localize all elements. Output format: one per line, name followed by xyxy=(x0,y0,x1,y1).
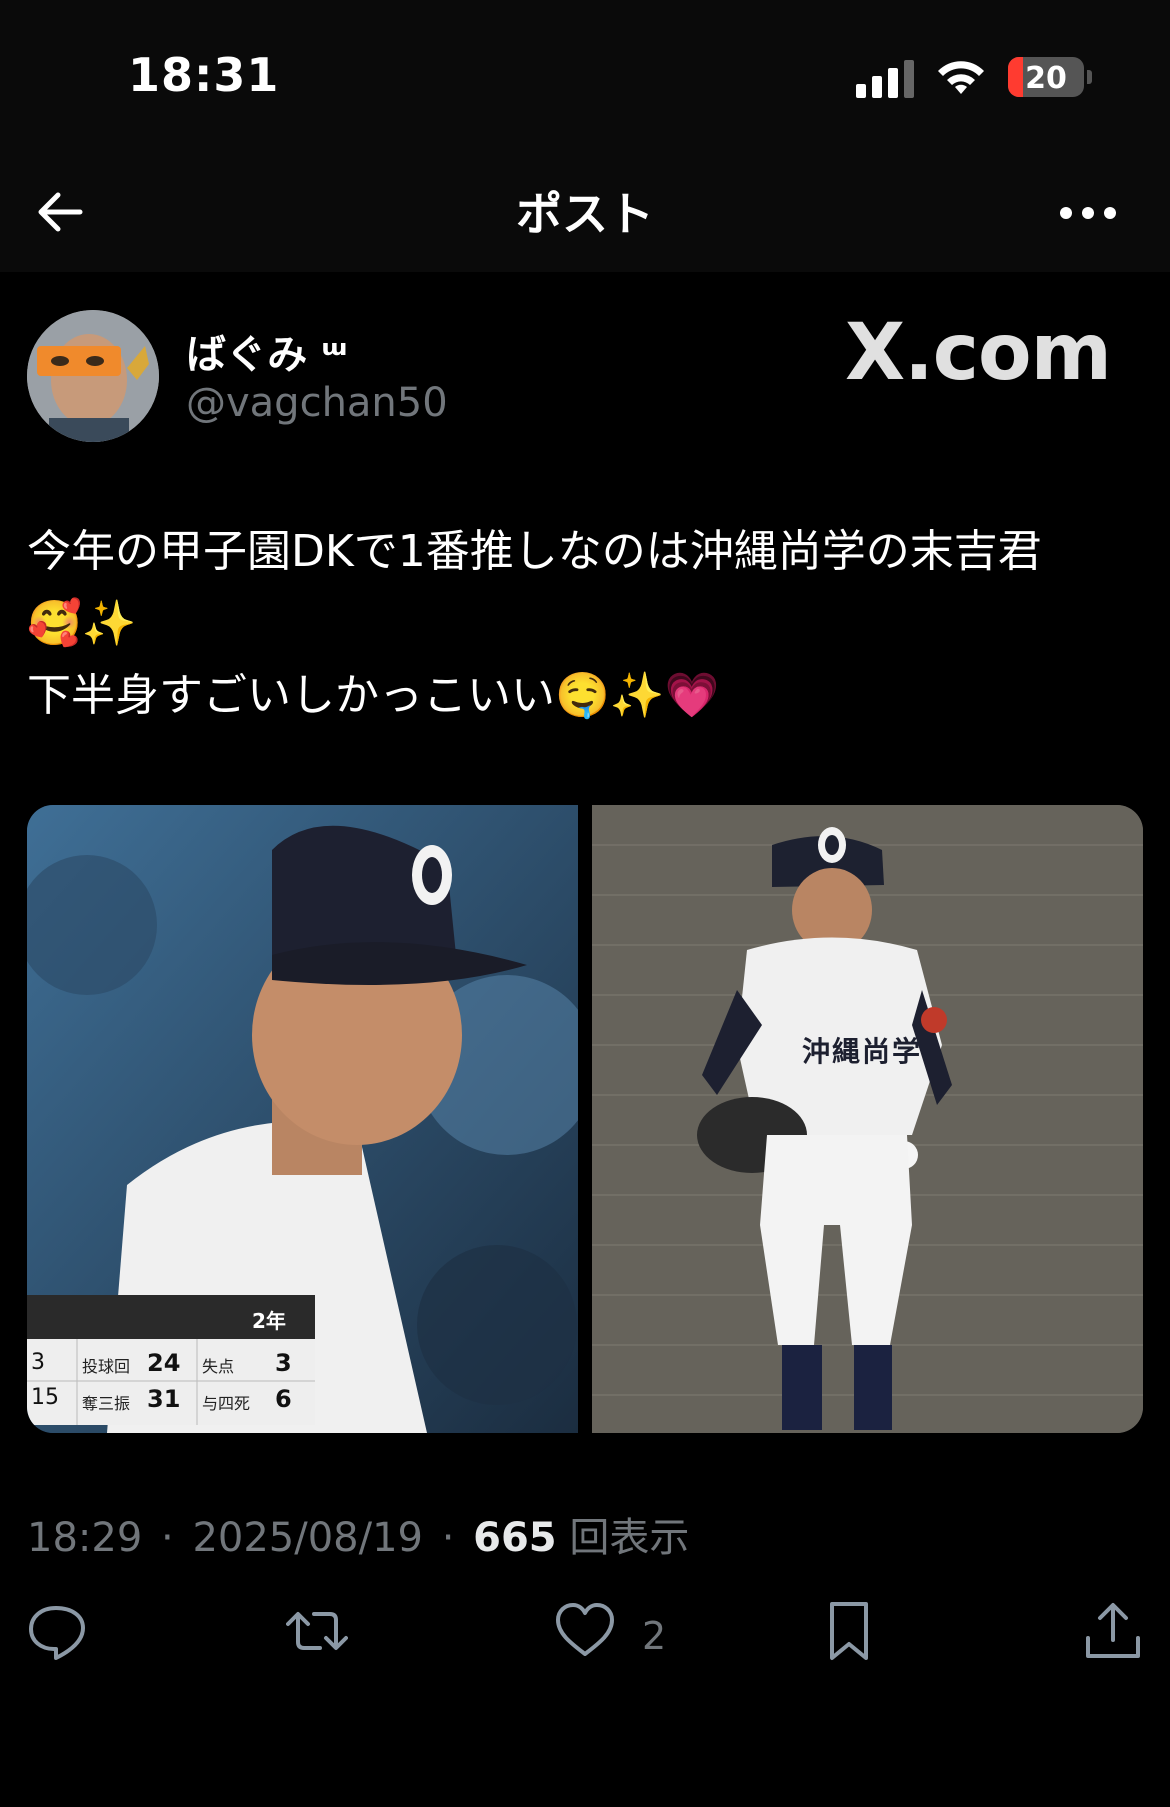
like-count: 2 xyxy=(642,1614,667,1658)
battery-icon: 20 xyxy=(1008,57,1084,97)
wifi-icon xyxy=(938,61,984,94)
stats-value: 6 xyxy=(275,1385,292,1413)
stats-value: 24 xyxy=(147,1349,181,1377)
repost-button[interactable] xyxy=(286,1600,348,1664)
meta-separator: · xyxy=(161,1515,174,1561)
bookmark-button[interactable] xyxy=(818,1600,880,1664)
meta-separator: · xyxy=(441,1515,455,1561)
status-bar: 18:31 20 xyxy=(0,0,1170,150)
views-count[interactable]: 665 xyxy=(473,1515,557,1561)
photo-pitcher-closeup[interactable]: 2年 3 15 投球回 奪三振 失点 与四死 24 31 3 6 xyxy=(27,805,597,1433)
x-com-watermark: X.com xyxy=(845,308,1112,398)
status-time: 18:31 xyxy=(128,48,280,102)
tweet-time: 18:29 xyxy=(27,1515,143,1561)
repost-icon xyxy=(286,1612,348,1650)
tweet-text-line: 今年の甲子園DKで1番推しなのは沖縄尚学の末吉君 xyxy=(27,526,1042,577)
page-title: ポスト xyxy=(516,187,654,241)
reply-icon xyxy=(29,1606,85,1660)
stats-value: 31 xyxy=(147,1385,181,1413)
battery-percent: 20 xyxy=(1025,61,1067,96)
heart-icon xyxy=(556,1603,614,1656)
stats-num: 3 xyxy=(31,1350,45,1375)
action-bar: 2 xyxy=(0,1600,1170,1670)
avatar[interactable] xyxy=(27,310,159,442)
tweet-date: 2025/08/19 xyxy=(192,1515,423,1561)
tweet-text: 今年の甲子園DKで1番推しなのは沖縄尚学の末吉君 🥰✨ 下半身すごいしかっこいい… xyxy=(27,516,1147,732)
stats-value: 3 xyxy=(275,1349,292,1377)
stats-label: 奪三振 xyxy=(82,1394,131,1413)
photo-pitcher-fullbody[interactable]: 沖縄尚学 xyxy=(592,805,1143,1433)
reply-button[interactable] xyxy=(26,1600,88,1664)
display-name[interactable]: ばぐみ ᵚ xyxy=(186,322,348,380)
share-icon xyxy=(1086,1603,1140,1658)
tweet-text-line: 下半身すごいしかっこいい🤤✨💗 xyxy=(27,670,720,721)
jersey-text: 沖縄尚学 xyxy=(802,1035,923,1068)
share-button[interactable] xyxy=(1082,1600,1144,1664)
stats-label: 投球回 xyxy=(82,1357,131,1376)
bookmark-icon xyxy=(830,1602,868,1660)
tweet-meta: 18:29 · 2025/08/19 · 665 回表示 xyxy=(27,1505,689,1563)
views-label: 回表示 xyxy=(569,1515,690,1561)
more-dots-icon[interactable] xyxy=(1056,198,1146,228)
cellular-signal-icon xyxy=(856,58,916,98)
stats-grade: 2年 xyxy=(252,1309,286,1333)
media-grid: 2年 3 15 投球回 奪三振 失点 与四死 24 31 3 6 沖縄尚学 xyxy=(27,805,1143,1433)
stats-num: 15 xyxy=(31,1385,59,1410)
user-handle[interactable]: @vagchan50 xyxy=(186,380,448,426)
stats-label: 与四死 xyxy=(202,1394,251,1413)
top-nav-bar: ポスト xyxy=(0,150,1170,272)
battery-tip xyxy=(1087,70,1092,84)
tweet-text-line: 🥰✨ xyxy=(27,598,137,649)
stats-label: 失点 xyxy=(202,1357,235,1376)
like-button[interactable] xyxy=(554,1600,616,1664)
